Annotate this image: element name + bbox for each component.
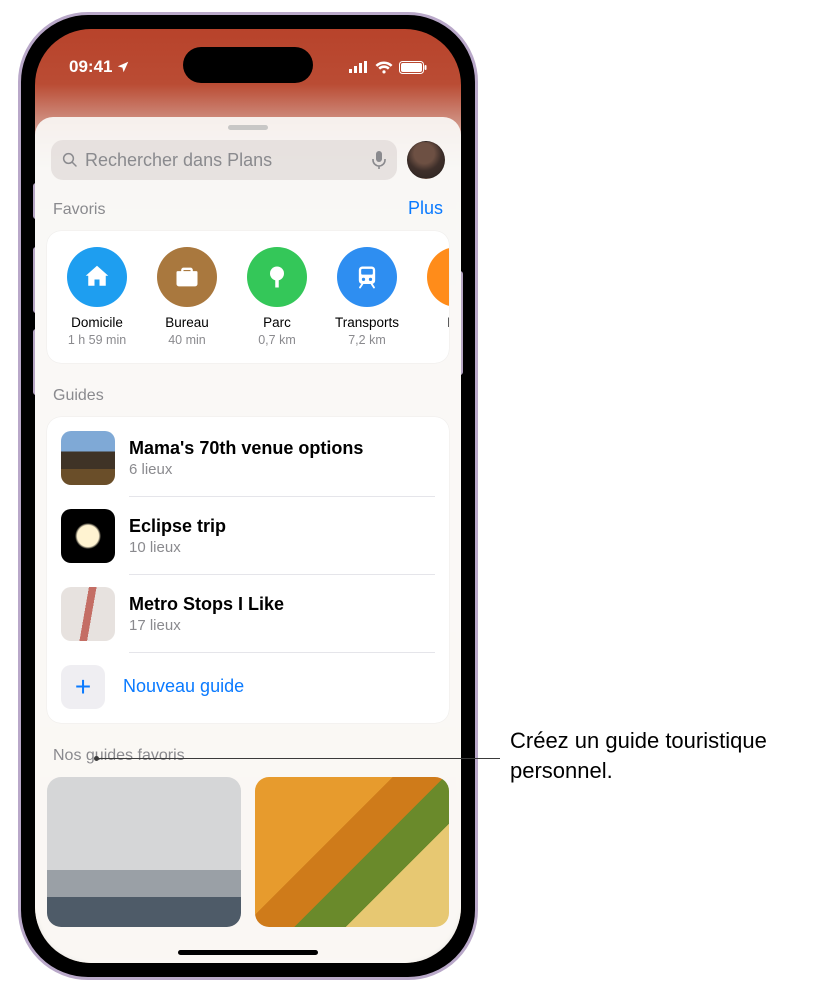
search-sheet: Rechercher dans Plans Favoris Plus bbox=[35, 117, 461, 963]
favorites-card: Domicile 1 h 59 min Bureau 40 min bbox=[47, 231, 449, 363]
iphone-frame: 09:41 bbox=[18, 12, 478, 980]
cellular-signal-icon bbox=[349, 61, 369, 73]
favorite-label: Parc bbox=[263, 315, 291, 331]
status-time: 09:41 bbox=[69, 57, 112, 77]
tree-icon bbox=[247, 247, 307, 307]
guide-subtitle: 17 lieux bbox=[129, 617, 284, 634]
favorite-overflow-icon bbox=[427, 247, 449, 307]
guide-thumbnail bbox=[61, 431, 115, 485]
dynamic-island bbox=[183, 47, 313, 83]
curated-guide-card[interactable] bbox=[255, 777, 449, 927]
microphone-icon[interactable] bbox=[371, 150, 387, 170]
guide-thumbnail bbox=[61, 587, 115, 641]
favorite-park[interactable]: Parc 0,7 km bbox=[243, 247, 311, 347]
favorite-home[interactable]: Domicile 1 h 59 min bbox=[63, 247, 131, 347]
guides-card: Mama's 70th venue options 6 lieux Eclips… bbox=[47, 417, 449, 723]
search-placeholder: Rechercher dans Plans bbox=[85, 150, 272, 171]
favorites-scroller[interactable]: Domicile 1 h 59 min Bureau 40 min bbox=[47, 233, 449, 361]
favorite-label: Transports bbox=[335, 315, 399, 331]
guide-thumbnail bbox=[61, 509, 115, 563]
favorite-subtitle: 0,7 km bbox=[258, 333, 296, 347]
location-arrow-icon bbox=[116, 60, 130, 74]
favorite-subtitle: 7,2 km bbox=[348, 333, 386, 347]
favorite-overflow[interactable]: Boi 3, bbox=[423, 247, 449, 347]
guide-title: Mama's 70th venue options bbox=[129, 438, 363, 459]
curated-guide-card[interactable] bbox=[47, 777, 241, 927]
guide-subtitle: 6 lieux bbox=[129, 461, 363, 478]
plus-icon: + bbox=[61, 665, 105, 709]
callout-text: Créez un guide touristique personnel. bbox=[510, 726, 800, 785]
battery-icon bbox=[399, 61, 427, 74]
screen: 09:41 bbox=[35, 29, 461, 963]
guide-item[interactable]: Metro Stops I Like 17 lieux bbox=[47, 575, 449, 653]
profile-avatar[interactable] bbox=[407, 141, 445, 179]
favorites-section-title: Favoris bbox=[53, 201, 105, 219]
new-guide-label: Nouveau guide bbox=[123, 676, 244, 697]
favorite-subtitle: 1 h 59 min bbox=[68, 333, 126, 347]
search-icon bbox=[61, 151, 79, 169]
transit-icon bbox=[337, 247, 397, 307]
bottom-section-title: Nos guides favoris bbox=[53, 747, 185, 765]
favorites-more-button[interactable]: Plus bbox=[408, 198, 443, 219]
guide-item[interactable]: Eclipse trip 10 lieux bbox=[47, 497, 449, 575]
guide-title: Eclipse trip bbox=[129, 516, 226, 537]
guides-section-title: Guides bbox=[53, 387, 104, 405]
guide-item[interactable]: Mama's 70th venue options 6 lieux bbox=[47, 419, 449, 497]
favorite-transit[interactable]: Transports 7,2 km bbox=[333, 247, 401, 347]
sheet-grabber[interactable] bbox=[228, 125, 268, 130]
callout-leader-line bbox=[96, 758, 500, 759]
favorite-work[interactable]: Bureau 40 min bbox=[153, 247, 221, 347]
wifi-icon bbox=[375, 61, 393, 74]
favorite-label: Domicile bbox=[71, 315, 123, 331]
guide-subtitle: 10 lieux bbox=[129, 539, 226, 556]
favorite-label: Bureau bbox=[165, 315, 209, 331]
briefcase-icon bbox=[157, 247, 217, 307]
search-input[interactable]: Rechercher dans Plans bbox=[51, 140, 397, 180]
new-guide-button[interactable]: + Nouveau guide bbox=[47, 653, 449, 721]
home-indicator[interactable] bbox=[178, 950, 318, 955]
favorite-subtitle: 40 min bbox=[168, 333, 206, 347]
favorite-label: Boi bbox=[447, 315, 449, 331]
home-icon bbox=[67, 247, 127, 307]
guide-title: Metro Stops I Like bbox=[129, 594, 284, 615]
